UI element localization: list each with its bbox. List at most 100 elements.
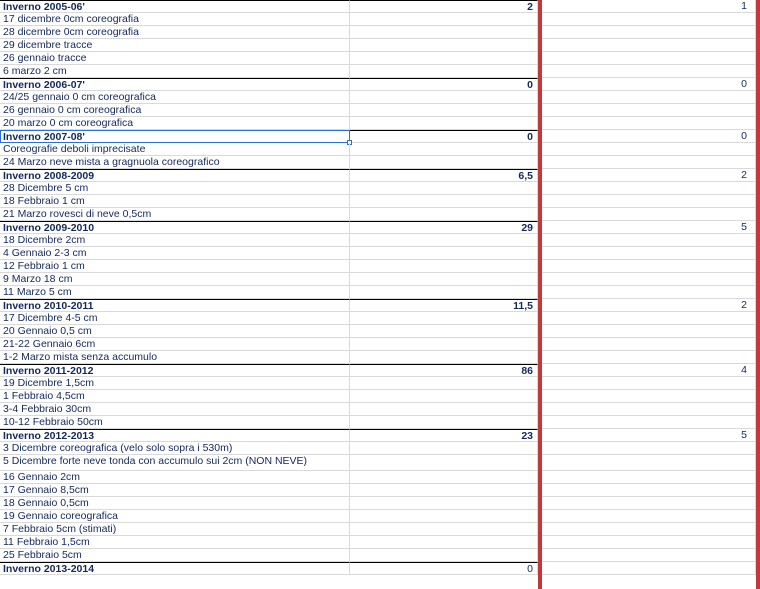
cell-total-cm[interactable] <box>350 403 538 416</box>
cell-snow-days[interactable] <box>542 143 756 156</box>
cell-description[interactable]: 24 Marzo neve mista a gragnuola coreogra… <box>0 156 350 169</box>
cell-total-cm[interactable] <box>350 182 538 195</box>
cell-snow-days[interactable] <box>542 286 756 299</box>
cell-total-cm[interactable]: 29 <box>350 221 538 234</box>
cell-description[interactable]: 28 Dicembre 5 cm <box>0 182 350 195</box>
cell-description[interactable]: Coreografie deboli imprecisate <box>0 143 350 156</box>
cell-snow-days[interactable] <box>542 549 756 562</box>
cell-total-cm[interactable] <box>350 312 538 325</box>
cell-total-cm[interactable] <box>350 390 538 403</box>
cell-total-cm[interactable] <box>350 26 538 39</box>
cell-snow-days[interactable] <box>542 338 756 351</box>
cell-total-cm[interactable] <box>350 549 538 562</box>
cell-description[interactable]: 19 Dicembre 1,5cm <box>0 377 350 390</box>
cell-total-cm[interactable] <box>350 536 538 549</box>
cell-description[interactable]: Inverno 2013-2014 <box>0 562 350 575</box>
cell-description[interactable]: 3-4 Febbraio 30cm <box>0 403 350 416</box>
cell-snow-days[interactable] <box>542 510 756 523</box>
cell-total-cm[interactable] <box>350 143 538 156</box>
cell-snow-days[interactable] <box>542 377 756 390</box>
cell-snow-days[interactable]: 0 <box>542 78 756 91</box>
cell-description[interactable]: Inverno 2012-2013 <box>0 429 350 442</box>
cell-description[interactable]: 26 gennaio tracce <box>0 52 350 65</box>
cell-description[interactable]: 20 marzo 0 cm coreografica <box>0 117 350 130</box>
cell-total-cm[interactable] <box>350 377 538 390</box>
cell-total-cm[interactable] <box>350 510 538 523</box>
cell-total-cm[interactable] <box>350 523 538 536</box>
cell-total-cm[interactable] <box>350 442 538 455</box>
cell-snow-days[interactable] <box>542 13 756 26</box>
cell-snow-days[interactable]: 5 <box>542 221 756 234</box>
cell-total-cm[interactable] <box>350 91 538 104</box>
cell-total-cm[interactable] <box>350 497 538 510</box>
cell-snow-days[interactable] <box>542 312 756 325</box>
cell-total-cm[interactable] <box>350 234 538 247</box>
cell-total-cm[interactable]: 86 <box>350 364 538 377</box>
cell-snow-days[interactable] <box>542 523 756 536</box>
cell-description[interactable]: 21 Marzo rovesci di neve 0,5cm <box>0 208 350 221</box>
cell-snow-days[interactable] <box>542 26 756 39</box>
cell-total-cm[interactable] <box>350 156 538 169</box>
cell-total-cm[interactable] <box>350 455 538 471</box>
cell-description[interactable]: Inverno 2005-06' <box>0 0 350 13</box>
cell-snow-days[interactable] <box>542 484 756 497</box>
cell-total-cm[interactable] <box>350 338 538 351</box>
cell-total-cm[interactable]: 0 <box>350 562 538 575</box>
cell-total-cm[interactable] <box>350 260 538 273</box>
cell-description[interactable]: 17 Dicembre 4-5 cm <box>0 312 350 325</box>
cell-total-cm[interactable]: 0 <box>350 78 538 91</box>
cell-total-cm[interactable] <box>350 247 538 260</box>
cell-snow-days[interactable] <box>542 104 756 117</box>
cell-description[interactable]: 17 Gennaio 8,5cm <box>0 484 350 497</box>
cell-snow-days[interactable] <box>542 416 756 429</box>
cell-total-cm[interactable] <box>350 484 538 497</box>
cell-description[interactable]: 3 Dicembre coreografica (velo solo sopra… <box>0 442 350 455</box>
cell-snow-days[interactable]: 0 <box>542 130 756 143</box>
cell-description[interactable]: 21-22 Gennaio 6cm <box>0 338 350 351</box>
cell-snow-days[interactable] <box>542 536 756 549</box>
cell-snow-days[interactable] <box>542 351 756 364</box>
cell-description[interactable]: 25 Febbraio 5cm <box>0 549 350 562</box>
cell-description[interactable]: Inverno 2011-2012 <box>0 364 350 377</box>
cell-description[interactable]: 4 Gennaio 2-3 cm <box>0 247 350 260</box>
cell-snow-days[interactable] <box>542 39 756 52</box>
cell-total-cm[interactable] <box>350 325 538 338</box>
cell-snow-days[interactable]: 2 <box>542 299 756 312</box>
cell-total-cm[interactable] <box>350 52 538 65</box>
cell-description[interactable]: 18 Dicembre 2cm <box>0 234 350 247</box>
cell-snow-days[interactable] <box>542 247 756 260</box>
cell-snow-days[interactable] <box>542 403 756 416</box>
cell-description[interactable]: 11 Febbraio 1,5cm <box>0 536 350 549</box>
cell-description[interactable]: Inverno 2010-2011 <box>0 299 350 312</box>
cell-total-cm[interactable] <box>350 104 538 117</box>
cell-total-cm[interactable] <box>350 39 538 52</box>
cell-snow-days[interactable] <box>542 156 756 169</box>
cell-description[interactable]: 11 Marzo 5 cm <box>0 286 350 299</box>
cell-description[interactable]: 1 Febbraio 4,5cm <box>0 390 350 403</box>
cell-snow-days[interactable] <box>542 234 756 247</box>
cell-total-cm[interactable] <box>350 13 538 26</box>
cell-snow-days[interactable] <box>542 390 756 403</box>
cell-total-cm[interactable] <box>350 286 538 299</box>
cell-snow-days[interactable]: 1 <box>542 0 756 13</box>
cell-snow-days[interactable] <box>542 195 756 208</box>
cell-total-cm[interactable] <box>350 195 538 208</box>
cell-total-cm[interactable] <box>350 351 538 364</box>
cell-snow-days[interactable] <box>542 208 756 221</box>
cell-description[interactable]: 12 Febbraio 1 cm <box>0 260 350 273</box>
cell-description[interactable]: 18 Febbraio 1 cm <box>0 195 350 208</box>
cell-total-cm[interactable]: 6,5 <box>350 169 538 182</box>
cell-description[interactable]: Inverno 2007-08' <box>0 130 352 145</box>
cell-description[interactable]: 17 dicembre 0cm coreografia <box>0 13 350 26</box>
cell-description[interactable]: 6 marzo 2 cm <box>0 65 350 78</box>
cell-snow-days[interactable]: 5 <box>542 429 756 442</box>
cell-description[interactable]: 1-2 Marzo mista senza accumulo <box>0 351 350 364</box>
cell-description[interactable]: 16 Gennaio 2cm <box>0 471 350 484</box>
cell-snow-days[interactable] <box>542 455 756 471</box>
cell-description[interactable]: 20 Gennaio 0,5 cm <box>0 325 350 338</box>
cell-description[interactable]: Inverno 2008-2009 <box>0 169 350 182</box>
cell-description[interactable]: 10-12 Febbraio 50cm <box>0 416 350 429</box>
cell-total-cm[interactable]: 23 <box>350 429 538 442</box>
cell-snow-days[interactable] <box>542 471 756 484</box>
cell-total-cm[interactable] <box>350 117 538 130</box>
